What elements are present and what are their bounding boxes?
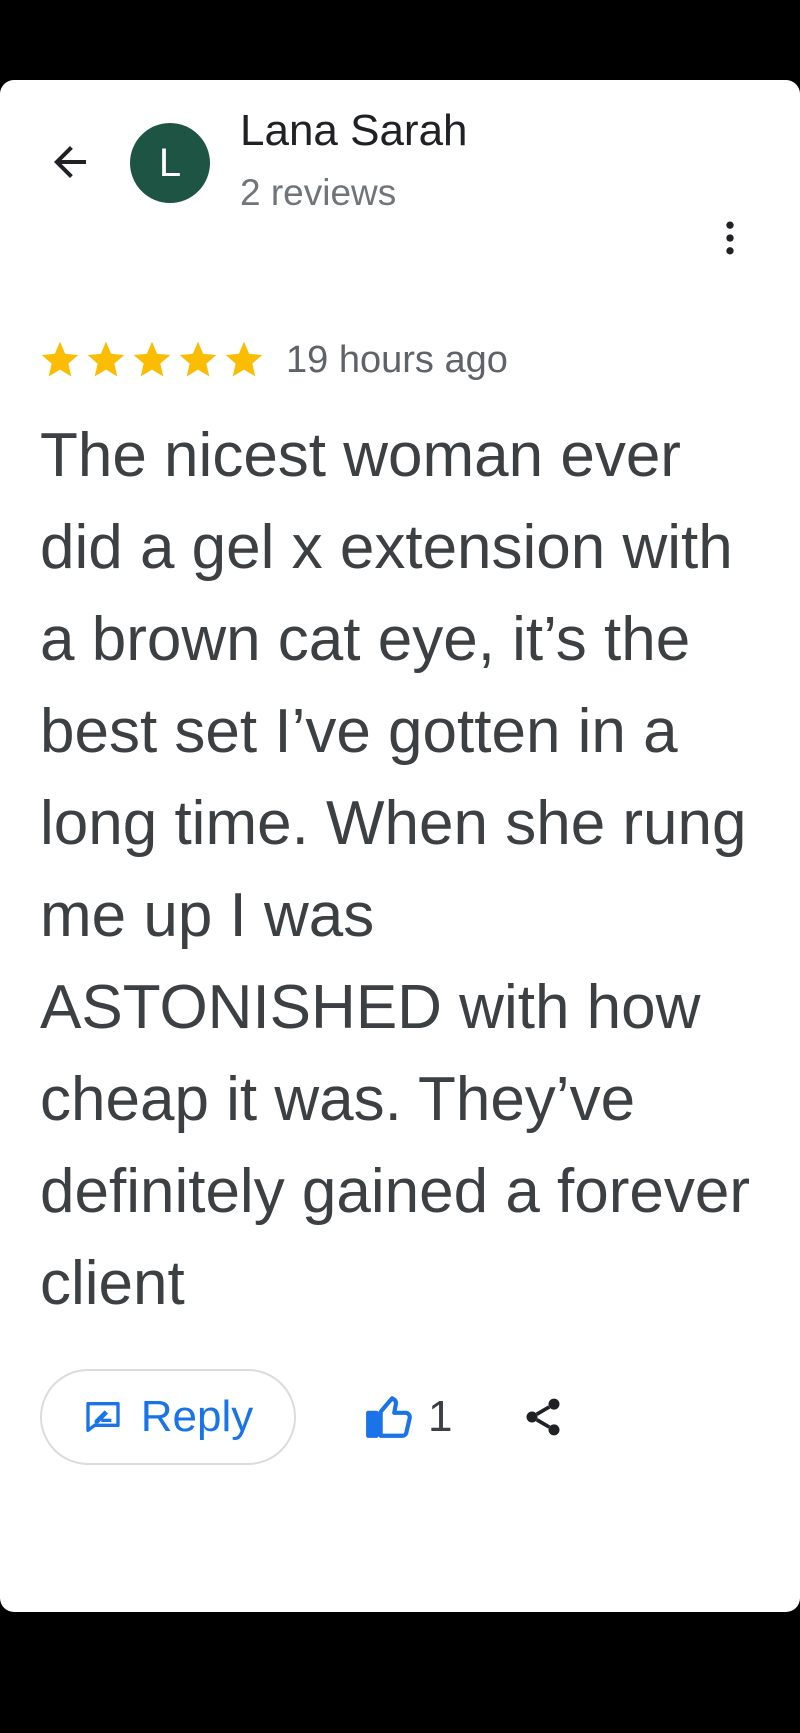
like-count: 1 xyxy=(428,1392,453,1441)
reply-button[interactable]: Reply xyxy=(40,1369,296,1465)
reply-icon xyxy=(86,1402,120,1432)
reply-label: Reply xyxy=(140,1392,254,1441)
like-button[interactable]: 1 xyxy=(364,1392,452,1442)
reviewer-name[interactable]: Lana Sarah xyxy=(240,106,468,156)
avatar-initial: L xyxy=(158,140,182,185)
star-icon xyxy=(41,341,79,377)
thumb-up-icon xyxy=(366,1396,412,1438)
star-icon xyxy=(133,341,171,377)
review-text: The nicest woman ever did a gel x extens… xyxy=(40,421,751,1318)
share-button[interactable] xyxy=(518,1392,568,1442)
star-icon xyxy=(179,341,217,377)
review-meta: 19 hours ago xyxy=(38,335,508,385)
review-actions: Reply 1 xyxy=(40,1367,568,1467)
more-options-button[interactable] xyxy=(700,208,760,268)
review-sheet: L Lana Sarah 2 reviews 19 hours ago The … xyxy=(0,80,800,1612)
reviewer-review-count: 2 reviews xyxy=(240,172,397,213)
review-time: 19 hours ago xyxy=(286,338,508,381)
star-icon xyxy=(87,341,125,377)
star-rating xyxy=(38,338,268,382)
star-icon xyxy=(225,341,263,377)
more-vert-icon xyxy=(726,221,734,255)
arrow-back-icon xyxy=(54,146,86,178)
back-button[interactable] xyxy=(38,130,102,194)
share-icon xyxy=(526,1398,560,1436)
review-header: L Lana Sarah 2 reviews xyxy=(0,80,800,250)
avatar[interactable]: L xyxy=(130,123,210,203)
